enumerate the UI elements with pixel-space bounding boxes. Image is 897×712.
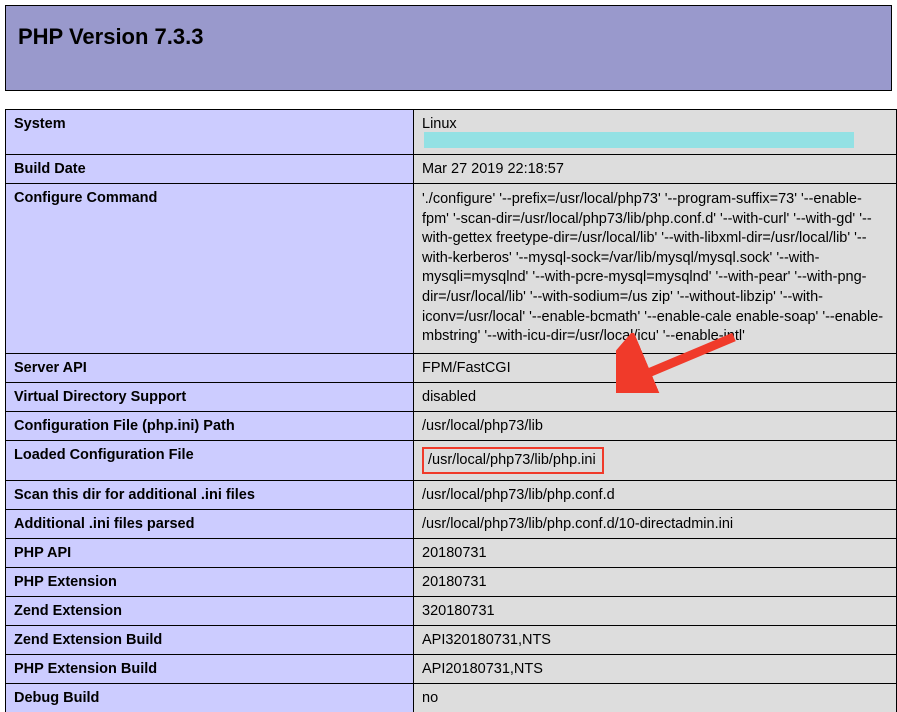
table-row: PHP Extension 20180731 <box>6 567 897 596</box>
value-loaded-config-file: /usr/local/php73/lib/php.ini <box>414 440 897 480</box>
label-php-extension: PHP Extension <box>6 567 414 596</box>
phpinfo-table: System Linux Build Date Mar 27 2019 22:1… <box>5 109 897 712</box>
page-title: PHP Version 7.3.3 <box>18 24 891 50</box>
label-configure-command: Configure Command <box>6 184 414 354</box>
label-loaded-config-file: Loaded Configuration File <box>6 440 414 480</box>
table-row: Scan this dir for additional .ini files … <box>6 480 897 509</box>
table-row: Virtual Directory Support disabled <box>6 382 897 411</box>
redacted-system-value <box>424 132 854 148</box>
value-configure-command: './configure' '--prefix=/usr/local/php73… <box>414 184 897 354</box>
info-table-wrap: System Linux Build Date Mar 27 2019 22:1… <box>0 91 897 712</box>
label-server-api: Server API <box>6 353 414 382</box>
label-additional-parsed: Additional .ini files parsed <box>6 509 414 538</box>
value-php-extension-build: API20180731,NTS <box>414 654 897 683</box>
table-row: PHP Extension Build API20180731,NTS <box>6 654 897 683</box>
label-php-api: PHP API <box>6 538 414 567</box>
value-php-extension: 20180731 <box>414 567 897 596</box>
table-row: PHP API 20180731 <box>6 538 897 567</box>
table-row: Configuration File (php.ini) Path /usr/l… <box>6 411 897 440</box>
highlighted-config-path: /usr/local/php73/lib/php.ini <box>422 447 604 474</box>
label-zend-extension: Zend Extension <box>6 596 414 625</box>
page-header: PHP Version 7.3.3 <box>5 5 892 91</box>
label-php-extension-build: PHP Extension Build <box>6 654 414 683</box>
table-row: Server API FPM/FastCGI <box>6 353 897 382</box>
value-server-api: FPM/FastCGI <box>414 353 897 382</box>
label-build-date: Build Date <box>6 155 414 184</box>
table-row: Debug Build no <box>6 683 897 712</box>
value-additional-parsed: /usr/local/php73/lib/php.conf.d/10-direc… <box>414 509 897 538</box>
value-config-file-path: /usr/local/php73/lib <box>414 411 897 440</box>
system-value-prefix: Linux <box>422 116 457 132</box>
table-row: Configure Command './configure' '--prefi… <box>6 184 897 354</box>
label-system: System <box>6 110 414 155</box>
value-system: Linux <box>414 110 897 155</box>
table-row: Zend Extension Build API320180731,NTS <box>6 625 897 654</box>
value-build-date: Mar 27 2019 22:18:57 <box>414 155 897 184</box>
value-debug-build: no <box>414 683 897 712</box>
table-row: Zend Extension 320180731 <box>6 596 897 625</box>
value-php-api: 20180731 <box>414 538 897 567</box>
value-zend-extension: 320180731 <box>414 596 897 625</box>
value-virtual-directory-support: disabled <box>414 382 897 411</box>
table-row: Loaded Configuration File /usr/local/php… <box>6 440 897 480</box>
label-config-file-path: Configuration File (php.ini) Path <box>6 411 414 440</box>
label-debug-build: Debug Build <box>6 683 414 712</box>
table-row: System Linux <box>6 110 897 155</box>
label-virtual-directory-support: Virtual Directory Support <box>6 382 414 411</box>
value-zend-extension-build: API320180731,NTS <box>414 625 897 654</box>
label-scan-dir: Scan this dir for additional .ini files <box>6 480 414 509</box>
table-row: Additional .ini files parsed /usr/local/… <box>6 509 897 538</box>
value-scan-dir: /usr/local/php73/lib/php.conf.d <box>414 480 897 509</box>
table-row: Build Date Mar 27 2019 22:18:57 <box>6 155 897 184</box>
label-zend-extension-build: Zend Extension Build <box>6 625 414 654</box>
